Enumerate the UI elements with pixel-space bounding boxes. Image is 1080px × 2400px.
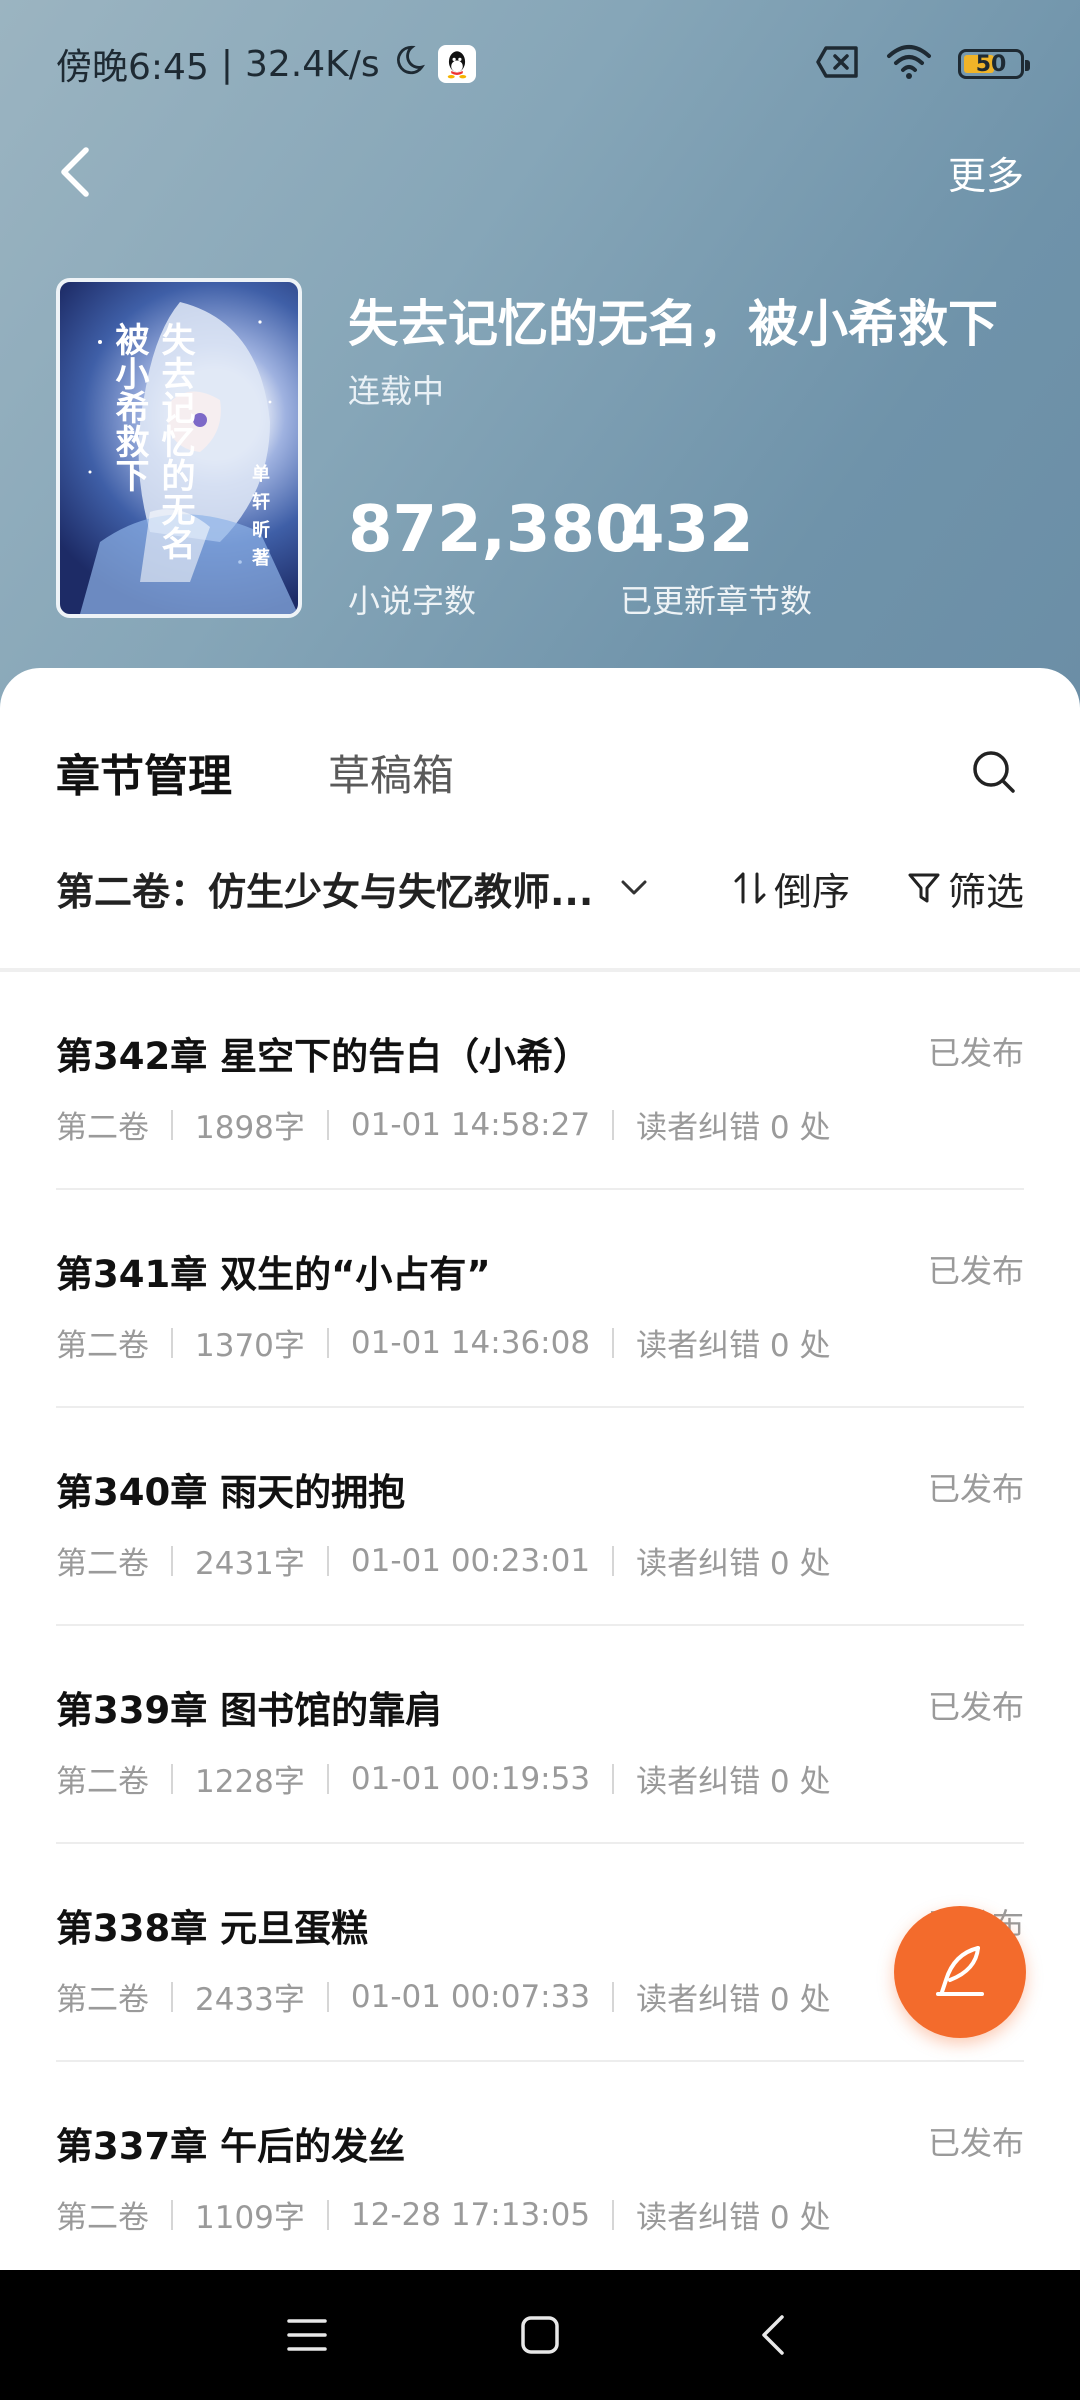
status-time: 傍晚6:45 bbox=[56, 47, 209, 88]
chapter-volume: 第二卷 bbox=[56, 1764, 149, 1800]
word-count-value: 872,380 bbox=[348, 493, 640, 567]
chapter-row[interactable]: 第342章 星空下的告白（小希） 已发布 第二卷 1898字 01-01 14:… bbox=[56, 972, 1024, 1190]
chapter-status: 已发布 bbox=[927, 1470, 1024, 1508]
chapter-errors: 读者纠错 0 处 bbox=[636, 1764, 831, 1800]
chapter-errors: 读者纠错 0 处 bbox=[636, 1982, 831, 2018]
chapter-row[interactable]: 第338章 元旦蛋糕 已发布 第二卷 2433字 01-01 00:07:33 … bbox=[56, 1844, 1024, 2062]
chapter-volume: 第二卷 bbox=[56, 1546, 149, 1582]
tab-drafts[interactable]: 草稿箱 bbox=[328, 742, 454, 803]
cover-title: 失去记忆的无名被小希救下 bbox=[109, 322, 195, 560]
chapter-words: 1898字 bbox=[195, 1110, 305, 1146]
battery-level: 50 bbox=[975, 51, 1007, 77]
chapter-title: 第338章 元旦蛋糕 bbox=[56, 1907, 369, 1950]
filter-row: 第二卷：仿生少女与失忆教师... 倒序 筛选 bbox=[56, 848, 1024, 928]
chapter-meta: 第二卷 1370字 01-01 14:36:08 读者纠错 0 处 bbox=[56, 1320, 831, 1365]
chapter-meta: 第二卷 1109字 12-28 17:13:05 读者纠错 0 处 bbox=[56, 2192, 831, 2237]
word-count-stat: 872,380 小说字数 bbox=[348, 498, 640, 622]
system-nav-bar bbox=[0, 2270, 1080, 2400]
volume-label: 第二卷：仿生少女与失忆教师... bbox=[56, 869, 594, 914]
chapter-status: 已发布 bbox=[927, 2124, 1024, 2162]
chapter-title: 第339章 图书馆的靠肩 bbox=[56, 1689, 443, 1732]
chevron-left-icon bbox=[61, 147, 89, 197]
back-icon bbox=[762, 2315, 785, 2355]
status-separator: | bbox=[220, 43, 233, 85]
menu-button[interactable] bbox=[267, 2295, 347, 2375]
chapter-time: 01-01 00:23:01 bbox=[350, 1542, 591, 1579]
chapter-title: 第341章 双生的“小占有” bbox=[56, 1253, 491, 1296]
more-button[interactable]: 更多 bbox=[948, 145, 1024, 200]
chapter-row[interactable]: 第339章 图书馆的靠肩 已发布 第二卷 1228字 01-01 00:19:5… bbox=[56, 1626, 1024, 1844]
chapter-errors: 读者纠错 0 处 bbox=[636, 1110, 831, 1146]
chapter-volume: 第二卷 bbox=[56, 1110, 149, 1146]
filter-button[interactable]: 筛选 bbox=[906, 861, 1024, 916]
sort-icon bbox=[734, 872, 766, 904]
quill-pen-icon bbox=[936, 1946, 984, 1996]
chapter-count-label: 已更新章节数 bbox=[620, 582, 813, 620]
status-bar: 傍晚6:45 | 32.4K/s 50 bbox=[0, 0, 1080, 128]
chapter-meta: 第二卷 1228字 01-01 00:19:53 读者纠错 0 处 bbox=[56, 1756, 831, 1801]
qq-icon bbox=[437, 45, 476, 83]
top-nav: 更多 bbox=[0, 128, 1080, 216]
volume-dropdown[interactable]: 第二卷：仿生少女与失忆教师... bbox=[56, 861, 649, 916]
chapter-time: 12-28 17:13:05 bbox=[350, 2196, 591, 2233]
book-title: 失去记忆的无名，被小希救下 bbox=[348, 295, 998, 353]
filter-icon bbox=[908, 873, 940, 903]
sort-label: 倒序 bbox=[773, 869, 850, 914]
chapter-meta: 第二卷 2431字 01-01 00:23:01 读者纠错 0 处 bbox=[56, 1538, 831, 1583]
no-sim-icon bbox=[816, 45, 860, 83]
wifi-icon bbox=[886, 44, 932, 84]
chapter-row[interactable]: 第337章 午后的发丝 已发布 第二卷 1109字 12-28 17:13:05… bbox=[56, 2062, 1024, 2280]
home-icon bbox=[521, 2316, 559, 2354]
chapter-status: 已发布 bbox=[927, 1034, 1024, 1072]
chapter-words: 1228字 bbox=[195, 1764, 305, 1800]
system-back-button[interactable] bbox=[733, 2295, 813, 2375]
chapter-words: 2431字 bbox=[195, 1546, 305, 1582]
moon-icon bbox=[392, 43, 426, 86]
chapter-title: 第342章 星空下的告白（小希） bbox=[56, 1035, 591, 1078]
chapter-count-value: 432 bbox=[620, 493, 754, 567]
back-button[interactable] bbox=[56, 142, 116, 202]
chapter-status: 已发布 bbox=[927, 1688, 1024, 1726]
chapter-time: 01-01 00:07:33 bbox=[350, 1978, 591, 2015]
chapter-volume: 第二卷 bbox=[56, 2200, 149, 2236]
chapter-status: 已发布 bbox=[927, 1252, 1024, 1290]
chapter-row[interactable]: 第340章 雨天的拥抱 已发布 第二卷 2431字 01-01 00:23:01… bbox=[56, 1408, 1024, 1626]
chapter-volume: 第二卷 bbox=[56, 1982, 149, 2018]
chapter-time: 01-01 00:19:53 bbox=[350, 1760, 591, 1797]
search-icon bbox=[973, 751, 1015, 793]
book-status: 连载中 bbox=[348, 372, 445, 410]
sort-button[interactable]: 倒序 bbox=[732, 861, 850, 916]
tab-chapter-management[interactable]: 章节管理 bbox=[56, 740, 232, 804]
chapter-errors: 读者纠错 0 处 bbox=[636, 1546, 831, 1582]
chapter-title: 第337章 午后的发丝 bbox=[56, 2125, 406, 2168]
chapter-errors: 读者纠错 0 处 bbox=[636, 1328, 831, 1364]
chapter-errors: 读者纠错 0 处 bbox=[636, 2200, 831, 2236]
chapter-panel: 章节管理 草稿箱 第二卷：仿生少女与失忆教师... 倒序 筛选 第342章 星空… bbox=[0, 668, 1080, 2270]
word-count-label: 小说字数 bbox=[348, 582, 477, 620]
chevron-down-icon bbox=[621, 880, 647, 895]
search-button[interactable] bbox=[964, 742, 1024, 802]
tab-bar: 章节管理 草稿箱 bbox=[56, 732, 1024, 812]
write-chapter-button[interactable] bbox=[894, 1906, 1026, 2038]
chapter-time: 01-01 14:58:27 bbox=[350, 1106, 591, 1143]
chapter-meta: 第二卷 1898字 01-01 14:58:27 读者纠错 0 处 bbox=[56, 1102, 831, 1147]
home-button[interactable] bbox=[500, 2295, 580, 2375]
chapter-volume: 第二卷 bbox=[56, 1328, 149, 1364]
chapter-meta: 第二卷 2433字 01-01 00:07:33 读者纠错 0 处 bbox=[56, 1974, 831, 2019]
network-speed: 32.4K/s bbox=[244, 43, 380, 85]
chapter-words: 1370字 bbox=[195, 1328, 305, 1364]
chapter-count-stat: 432 已更新章节数 bbox=[620, 498, 812, 622]
cover-author: 单轩昕著 bbox=[249, 464, 270, 576]
chapter-words: 1109字 bbox=[195, 2200, 305, 2236]
chapter-row[interactable]: 第341章 双生的“小占有” 已发布 第二卷 1370字 01-01 14:36… bbox=[56, 1190, 1024, 1408]
chapter-list: 第342章 星空下的告白（小希） 已发布 第二卷 1898字 01-01 14:… bbox=[56, 972, 1024, 2280]
chapter-title: 第340章 雨天的拥抱 bbox=[56, 1471, 406, 1514]
menu-icon bbox=[286, 2319, 327, 2351]
book-cover[interactable]: 失去记忆的无名被小希救下 单轩昕著 bbox=[56, 278, 302, 618]
chapter-words: 2433字 bbox=[195, 1982, 305, 2018]
chapter-time: 01-01 14:36:08 bbox=[350, 1324, 591, 1361]
filter-label: 筛选 bbox=[947, 869, 1024, 914]
battery-icon: 50 bbox=[958, 49, 1030, 79]
